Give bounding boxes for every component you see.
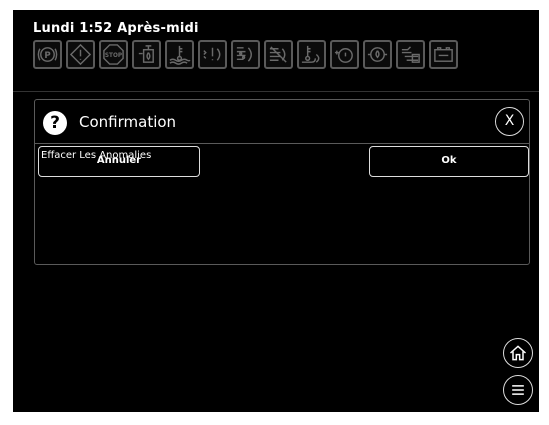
home-icon — [510, 345, 526, 361]
ok-button[interactable]: Ok — [369, 146, 529, 177]
battery-icon — [429, 40, 458, 69]
dialog-title: Confirmation — [79, 113, 177, 131]
def-warning-icon — [198, 40, 227, 69]
question-icon: ? — [43, 111, 67, 135]
cancel-button[interactable]: Annuler — [38, 146, 200, 177]
close-button[interactable]: X — [495, 107, 524, 136]
park-brake-icon: P — [33, 40, 62, 69]
coolant-temp-icon — [165, 40, 194, 69]
svg-text:STOP: STOP — [105, 53, 122, 59]
air-filter-icon — [396, 40, 425, 69]
confirmation-dialog: ? Confirmation X Effacer Les Anomalies — [34, 99, 530, 265]
svg-text:P: P — [44, 51, 50, 61]
fuel-water-icon — [132, 40, 161, 69]
dialog-header: ? Confirmation X — [35, 100, 529, 144]
menu-button[interactable] — [503, 375, 533, 405]
dpf-disabled-icon — [264, 40, 293, 69]
stop-icon: STOP — [99, 40, 128, 69]
display-screen: Lundi 1:52 Après-midi P STOP ? Confirmat… — [13, 10, 539, 412]
home-button[interactable] — [503, 338, 533, 368]
oil-pressure-icon — [330, 40, 359, 69]
header-divider — [13, 91, 539, 92]
menu-icon — [512, 385, 524, 395]
clock-label: Lundi 1:52 Après-midi — [33, 21, 199, 36]
dpf-icon — [231, 40, 260, 69]
oil-filter-icon — [363, 40, 392, 69]
warning-icon — [66, 40, 95, 69]
exhaust-temp-icon — [297, 40, 326, 69]
